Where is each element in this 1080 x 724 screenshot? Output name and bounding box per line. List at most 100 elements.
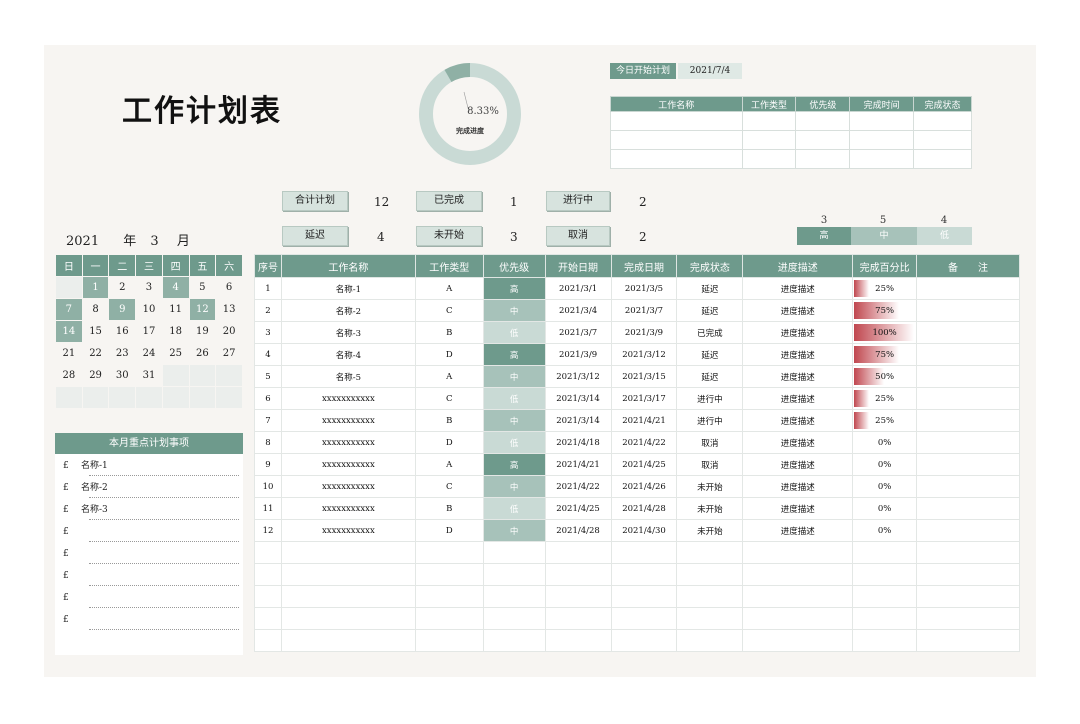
- delayed-button[interactable]: 延迟: [282, 226, 348, 246]
- empty-cell[interactable]: [482, 563, 546, 586]
- start-date[interactable]: 2021/3/12: [544, 365, 612, 388]
- empty-cell[interactable]: [610, 541, 678, 564]
- end-date[interactable]: 2021/3/15: [610, 365, 678, 388]
- note-cell[interactable]: [916, 343, 1020, 366]
- priority-cell[interactable]: 中: [482, 299, 546, 322]
- calendar-day[interactable]: 15: [81, 320, 110, 343]
- empty-cell[interactable]: [254, 563, 282, 586]
- calendar-day[interactable]: 22: [81, 342, 110, 365]
- note-cell[interactable]: [916, 453, 1020, 476]
- calendar-day[interactable]: 23: [108, 342, 137, 365]
- status-cell[interactable]: 已完成: [676, 321, 744, 344]
- checkbox-icon[interactable]: £: [63, 500, 81, 520]
- progress-desc[interactable]: 进度描述: [742, 409, 854, 432]
- note-cell[interactable]: [916, 475, 1020, 498]
- focus-list-item[interactable]: £: [63, 544, 239, 566]
- empty-cell[interactable]: [610, 563, 678, 586]
- empty-cell[interactable]: [254, 541, 282, 564]
- empty-cell[interactable]: [544, 541, 612, 564]
- start-date[interactable]: 2021/3/14: [544, 387, 612, 410]
- calendar-day[interactable]: 13: [215, 298, 243, 321]
- calendar-day[interactable]: 10: [135, 298, 163, 321]
- task-name[interactable]: xxxxxxxxxxx: [280, 409, 416, 432]
- completed-button[interactable]: 已完成: [416, 191, 482, 211]
- note-cell[interactable]: [916, 277, 1020, 300]
- calendar-day[interactable]: 5: [188, 276, 217, 299]
- today-cell[interactable]: [741, 130, 797, 150]
- progress-desc[interactable]: 进度描述: [742, 277, 854, 300]
- today-cell[interactable]: [795, 111, 851, 131]
- checkbox-icon[interactable]: £: [63, 566, 81, 586]
- progress-desc[interactable]: 进度描述: [742, 343, 854, 366]
- checkbox-icon[interactable]: £: [63, 588, 81, 608]
- start-date[interactable]: 2021/4/22: [544, 475, 612, 498]
- empty-cell[interactable]: [482, 629, 546, 652]
- status-cell[interactable]: 进行中: [676, 409, 744, 432]
- task-type[interactable]: C: [414, 475, 484, 498]
- empty-cell[interactable]: [482, 585, 546, 608]
- start-date[interactable]: 2021/3/9: [544, 343, 612, 366]
- progress-desc[interactable]: 进度描述: [742, 299, 854, 322]
- end-date[interactable]: 2021/3/7: [610, 299, 678, 322]
- today-cell[interactable]: [913, 149, 972, 169]
- focus-list-item[interactable]: £ 名称-3: [63, 500, 239, 522]
- progress-desc[interactable]: 进度描述: [742, 431, 854, 454]
- checkbox-icon[interactable]: £: [63, 522, 81, 542]
- empty-cell[interactable]: [254, 607, 282, 630]
- priority-cell[interactable]: 低: [482, 387, 546, 410]
- empty-cell[interactable]: [254, 629, 282, 652]
- empty-cell[interactable]: [916, 563, 1020, 586]
- today-cell[interactable]: [849, 149, 915, 169]
- calendar-day[interactable]: 19: [188, 320, 217, 343]
- focus-list-item[interactable]: £: [63, 610, 239, 632]
- start-date[interactable]: 2021/4/28: [544, 519, 612, 542]
- start-date[interactable]: 2021/4/21: [544, 453, 612, 476]
- empty-cell[interactable]: [610, 629, 678, 652]
- task-type[interactable]: A: [414, 277, 484, 300]
- progress-desc[interactable]: 进度描述: [742, 321, 854, 344]
- start-date[interactable]: 2021/4/18: [544, 431, 612, 454]
- status-cell[interactable]: 取消: [676, 453, 744, 476]
- empty-cell[interactable]: [676, 563, 744, 586]
- priority-cell[interactable]: 高: [482, 453, 546, 476]
- checkbox-icon[interactable]: £: [63, 544, 81, 564]
- calendar-day[interactable]: 25: [161, 342, 190, 365]
- row-index[interactable]: 10: [254, 475, 282, 498]
- row-index[interactable]: 2: [254, 299, 282, 322]
- today-cell[interactable]: [849, 111, 915, 131]
- empty-cell[interactable]: [916, 585, 1020, 608]
- calendar-month[interactable]: 3: [150, 234, 158, 249]
- task-name[interactable]: 名称-5: [280, 365, 416, 388]
- note-cell[interactable]: [916, 299, 1020, 322]
- empty-cell[interactable]: [482, 541, 546, 564]
- checkbox-icon[interactable]: £: [63, 456, 81, 476]
- empty-cell[interactable]: [280, 607, 416, 630]
- calendar-day[interactable]: 16: [108, 320, 137, 343]
- task-type[interactable]: A: [414, 365, 484, 388]
- percent-cell[interactable]: 75%: [852, 299, 918, 322]
- progress-desc[interactable]: 进度描述: [742, 453, 854, 476]
- empty-cell[interactable]: [916, 607, 1020, 630]
- note-cell[interactable]: [916, 365, 1020, 388]
- priority-cell[interactable]: 低: [482, 321, 546, 344]
- calendar-day[interactable]: 14: [55, 320, 83, 343]
- empty-cell[interactable]: [676, 629, 744, 652]
- row-index[interactable]: 4: [254, 343, 282, 366]
- focus-list-item[interactable]: £: [63, 522, 239, 544]
- today-cell[interactable]: [913, 130, 972, 150]
- status-cell[interactable]: 未开始: [676, 519, 744, 542]
- empty-cell[interactable]: [742, 541, 854, 564]
- status-cell[interactable]: 取消: [676, 431, 744, 454]
- task-type[interactable]: A: [414, 453, 484, 476]
- empty-cell[interactable]: [852, 585, 918, 608]
- empty-cell[interactable]: [482, 607, 546, 630]
- empty-cell[interactable]: [742, 563, 854, 586]
- end-date[interactable]: 2021/4/25: [610, 453, 678, 476]
- calendar-day[interactable]: 24: [135, 342, 163, 365]
- calendar-day[interactable]: 3: [135, 276, 163, 299]
- percent-cell[interactable]: 0%: [852, 431, 918, 454]
- task-name[interactable]: xxxxxxxxxxx: [280, 453, 416, 476]
- calendar-day[interactable]: 8: [81, 298, 110, 321]
- in-progress-button[interactable]: 进行中: [546, 191, 610, 211]
- focus-list-item[interactable]: £ 名称-1: [63, 456, 239, 478]
